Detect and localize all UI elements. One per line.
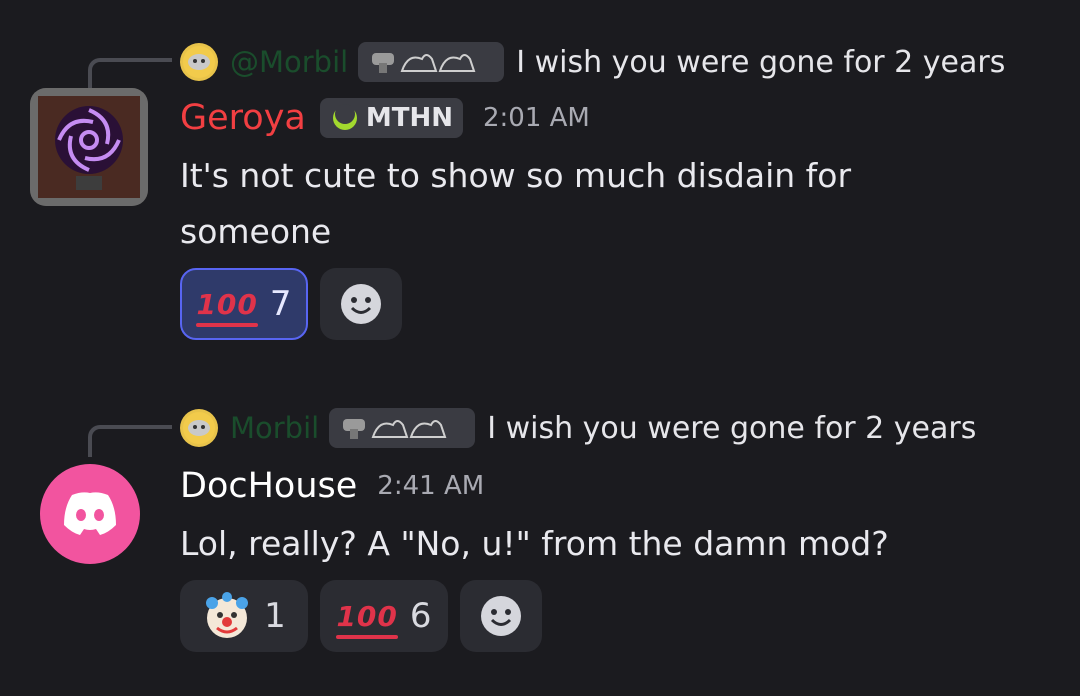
- hundred-points-icon: 100: [336, 599, 399, 639]
- timestamp: 2:41 AM: [377, 471, 485, 501]
- reaction-count: 1: [264, 596, 286, 636]
- reply-username[interactable]: Morbil: [230, 411, 319, 445]
- reaction-clown-face[interactable]: 1: [180, 580, 308, 652]
- message-header: DocHouse 2:41 AM: [180, 466, 484, 506]
- message-text: Lol, really? A "No, u!" from the damn mo…: [180, 524, 889, 563]
- reply-preview[interactable]: Morbil I wish you were gone for 2 years: [180, 408, 976, 448]
- reaction-hundred-points[interactable]: 100 6: [320, 580, 448, 652]
- reaction-count: 6: [409, 596, 432, 636]
- dochouse-avatar[interactable]: [40, 464, 140, 564]
- message-dochouse: Morbil I wish you were gone for 2 years …: [0, 0, 1080, 696]
- reaction-bar: 1 100 6: [180, 580, 542, 652]
- reply-text: I wish you were gone for 2 years: [487, 410, 977, 446]
- reply-connector: [88, 425, 172, 457]
- add-reaction-button[interactable]: [460, 580, 542, 652]
- author-name[interactable]: DocHouse: [180, 466, 357, 506]
- discord-logo-icon: [64, 492, 116, 535]
- morbil-avatar-icon: [180, 409, 218, 447]
- smiley-icon: [481, 596, 521, 636]
- reply-tag-icons: [329, 408, 476, 448]
- clown-face-icon: [206, 592, 249, 638]
